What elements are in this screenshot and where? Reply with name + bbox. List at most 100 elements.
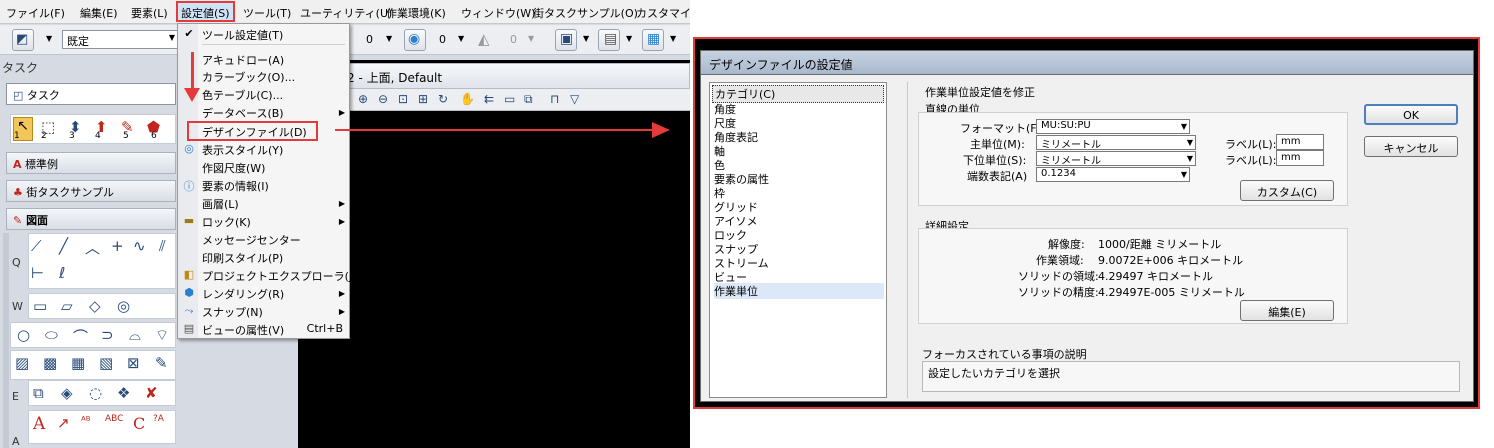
cell-icon[interactable]: ⧉ — [33, 384, 44, 402]
menu-item-color-book[interactable]: カラーブック(O)... — [202, 69, 295, 85]
accuracy-select[interactable]: 0.1234 ▼ — [1036, 167, 1190, 182]
fill-icon[interactable]: ▧ — [99, 354, 113, 372]
edit-pattern-icon[interactable]: ✎ — [155, 354, 168, 372]
menu-item-color-table[interactable]: 色テーブル(C)... — [202, 87, 283, 103]
point-icon[interactable]: + — [111, 237, 124, 255]
menu-item-lock[interactable]: ロック(K) — [202, 214, 251, 230]
polyline-icon[interactable]: ︿ — [85, 237, 100, 258]
rectangle-icon[interactable]: ▭ — [33, 297, 47, 315]
dimension-icon[interactable]: ⊢ — [31, 264, 44, 282]
format-select[interactable]: MU:SU:PU ▼ — [1036, 119, 1190, 134]
text-note-icon[interactable]: ↗ — [57, 414, 70, 432]
circle-icon[interactable]: ○ — [17, 326, 30, 344]
menu-item-accudraw[interactable]: アキュドロー(A) — [202, 52, 284, 68]
chevron-down-icon[interactable]: ▼ — [458, 34, 464, 43]
menu-item-drawing-scale[interactable]: 作図尺度(W) — [202, 160, 265, 176]
master-unit-select[interactable]: ミリメートル ▼ — [1036, 135, 1196, 151]
menu-customize[interactable]: カスタマイズ — [636, 5, 690, 21]
level-display-button[interactable]: ◩ — [12, 29, 34, 51]
task-combo[interactable]: ◰ タスク — [6, 83, 176, 105]
diamond-icon[interactable]: ◇ — [89, 297, 101, 315]
text-change-icon[interactable]: C — [133, 414, 145, 433]
chevron-down-icon[interactable]: ▼ — [583, 34, 589, 43]
cell-replace-icon[interactable]: ❖ — [117, 384, 130, 402]
color-button[interactable]: ◉ — [404, 29, 426, 51]
level-combo[interactable]: 既定 ▼ — [62, 30, 178, 49]
document-button[interactable]: ▤ — [598, 29, 620, 51]
view-canvas[interactable] — [298, 60, 690, 448]
cancel-button[interactable]: キャンセル — [1364, 136, 1458, 157]
sub-unit-select[interactable]: ミリメートル ▼ — [1036, 151, 1196, 167]
cube-button[interactable]: ▣ — [555, 29, 577, 51]
line-icon[interactable]: ╱ — [59, 237, 68, 255]
menu-item-design-file[interactable]: デザインファイル(D) — [202, 124, 307, 140]
arc-3pt-icon[interactable]: ⊃ — [101, 326, 114, 344]
chevron-down-icon[interactable]: ▼ — [386, 34, 392, 43]
menu-workspace[interactable]: 作業環境(K) — [386, 5, 446, 21]
menu-item-print-style[interactable]: 印刷スタイル(P) — [202, 250, 283, 266]
custom-button[interactable]: カスタム(C) — [1240, 180, 1334, 201]
ok-button[interactable]: OK — [1364, 104, 1458, 125]
chevron-down-icon[interactable]: ▼ — [46, 34, 52, 43]
menu-utilities[interactable]: ユーティリティ(U) — [300, 5, 392, 21]
clip-volume-icon[interactable]: ⊓ — [550, 92, 559, 106]
zoom-out-icon[interactable]: ⊖ — [378, 92, 388, 106]
delete-pattern-icon[interactable]: ⊠ — [127, 354, 140, 372]
curve-icon[interactable]: ∿ — [133, 237, 146, 255]
view-next-icon[interactable]: ▭ — [504, 92, 515, 106]
category-list[interactable]: カテゴリ(C) 角度 尺度 角度表記 軸 色 要素の属性 枠 グリッド アイソメ… — [709, 82, 887, 398]
menu-item-project-explorer[interactable]: プロジェクトエクスプローラ(J) — [202, 268, 357, 284]
chevron-down-icon[interactable]: ▼ — [670, 34, 676, 43]
menu-edit[interactable]: 編集(E) — [80, 5, 118, 21]
master-label-input[interactable]: mm — [1276, 134, 1324, 150]
text-place-icon[interactable]: A — [33, 414, 45, 434]
menu-item-message-center[interactable]: メッセージセンター — [202, 232, 301, 248]
polygon-icon[interactable]: ▱ — [61, 297, 73, 315]
category-item-selected[interactable]: 作業単位 — [714, 283, 884, 299]
multiline-icon[interactable]: ⫽ — [159, 237, 166, 255]
menu-item-element-info[interactable]: 要素の情報(I) — [202, 178, 269, 194]
cell-select-icon[interactable]: ◌ — [89, 384, 102, 402]
cell-delete-icon[interactable]: ✘ — [145, 384, 158, 402]
panel-drawing[interactable]: ✎ 図面 — [6, 208, 176, 230]
arc-more-icon[interactable]: ⌔ — [155, 326, 169, 345]
menu-item-database[interactable]: データベース(B) — [202, 105, 284, 121]
arc-edit-icon[interactable]: ⌓ — [129, 326, 141, 344]
text-display-icon[interactable]: ?A — [153, 414, 164, 424]
text-edit-icon[interactable]: ᴬᴮ — [81, 414, 91, 427]
ellipse-icon[interactable]: ⬭ — [45, 326, 58, 344]
line-style-icon[interactable]: ◭ — [478, 30, 490, 48]
menu-item-snap[interactable]: スナップ(N) — [202, 304, 263, 320]
menu-item-view-attributes[interactable]: ビューの属性(V) — [202, 322, 284, 338]
arc-icon[interactable]: ⌒ — [73, 326, 88, 347]
copy-view-icon[interactable]: ⧉ — [524, 92, 533, 107]
pan-hand-icon[interactable]: ✋ — [460, 92, 475, 106]
crosshatch-icon[interactable]: ▩ — [43, 354, 57, 372]
panel-town-sample[interactable]: ♣ 街タスクサンプル — [6, 180, 176, 202]
chevron-down-icon[interactable]: ▼ — [626, 34, 632, 43]
filter-icon[interactable]: ▽ — [570, 92, 579, 106]
menu-element[interactable]: 要素(L) — [131, 5, 168, 21]
window-area-icon[interactable]: ⊡ — [398, 92, 408, 106]
sub-label-input[interactable]: mm — [1276, 150, 1324, 166]
menu-town-task-sample[interactable]: 街タスクサンプル(O) — [533, 5, 638, 21]
panel-standard[interactable]: A 標準例 — [6, 152, 176, 174]
smartline-icon[interactable]: ⟋ — [31, 237, 42, 255]
menu-window[interactable]: ウィンドウ(W) — [461, 5, 535, 21]
view-previous-icon[interactable]: ⇇ — [484, 92, 494, 106]
menu-item-tool-settings[interactable]: ツール設定値(T) — [202, 27, 283, 43]
menu-file[interactable]: ファイル(F) — [6, 5, 65, 21]
edit-button[interactable]: 編集(E) — [1240, 300, 1334, 321]
fit-view-icon[interactable]: ⊞ — [418, 92, 428, 106]
menu-item-rendering[interactable]: レンダリング(R) — [202, 286, 284, 302]
rotate-view-icon[interactable]: ↻ — [438, 92, 448, 106]
zoom-in-icon[interactable]: ⊕ — [358, 92, 368, 106]
menu-item-display-style[interactable]: 表示スタイル(Y) — [202, 142, 283, 158]
stream-icon[interactable]: ℓ — [59, 264, 65, 282]
text-spell-icon[interactable]: ABC — [105, 414, 123, 424]
pattern-icon[interactable]: ▦ — [71, 354, 85, 372]
table-button[interactable]: ▦ — [642, 29, 664, 51]
hatch-icon[interactable]: ▨ — [15, 354, 29, 372]
circle-target-icon[interactable]: ◎ — [117, 297, 130, 315]
menu-item-levels[interactable]: 画層(L) — [202, 196, 239, 212]
